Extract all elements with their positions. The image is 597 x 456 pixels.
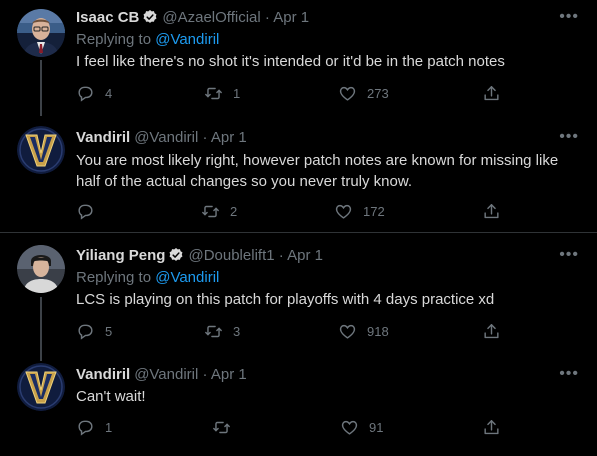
share-button[interactable] bbox=[482, 84, 501, 103]
like-button[interactable]: 273 bbox=[338, 84, 389, 103]
share-button[interactable] bbox=[482, 202, 501, 221]
tweet-date[interactable]: Apr 1 bbox=[211, 366, 247, 383]
retweet-button[interactable]: 2 bbox=[201, 202, 237, 221]
like-count: 91 bbox=[369, 420, 384, 435]
display-name[interactable]: Isaac CB bbox=[76, 9, 139, 26]
replying-to-label: Replying to bbox=[76, 31, 152, 48]
retweet-icon bbox=[204, 322, 223, 341]
replying-to: Replying to @Vandiril bbox=[76, 30, 219, 50]
tweet-isaac-cb[interactable]: Isaac CB @AzaelOfficial · Apr 1 ••• Reply… bbox=[0, 0, 597, 116]
retweet-button[interactable]: 1 bbox=[204, 84, 240, 103]
like-count: 273 bbox=[367, 86, 389, 101]
tweet-yiliang-peng[interactable]: Yiliang Peng @Doublelift1 · Apr 1 ••• Rep… bbox=[0, 233, 597, 361]
separator: · bbox=[264, 9, 270, 26]
like-icon bbox=[340, 418, 359, 437]
share-button[interactable] bbox=[482, 418, 501, 437]
share-icon bbox=[482, 418, 501, 437]
reply-icon bbox=[76, 418, 95, 437]
share-icon bbox=[482, 202, 501, 221]
like-icon bbox=[334, 202, 353, 221]
reply-icon bbox=[76, 322, 95, 341]
reply-button[interactable]: 1 bbox=[76, 418, 112, 437]
like-icon bbox=[338, 322, 357, 341]
like-count: 918 bbox=[367, 324, 389, 339]
like-button[interactable]: 91 bbox=[340, 418, 383, 437]
reply-count: 5 bbox=[105, 324, 113, 339]
verified-badge-icon bbox=[168, 247, 184, 269]
more-options-icon[interactable]: ••• bbox=[559, 366, 579, 382]
like-button[interactable]: 918 bbox=[338, 322, 389, 341]
like-button[interactable]: 172 bbox=[334, 202, 385, 221]
retweet-icon bbox=[212, 418, 231, 437]
tweet-date[interactable]: Apr 1 bbox=[287, 247, 323, 264]
display-name[interactable]: Yiliang Peng bbox=[76, 247, 165, 264]
replying-to-mention[interactable]: @Vandiril bbox=[155, 31, 219, 48]
display-name[interactable]: Vandiril bbox=[76, 129, 130, 146]
retweet-icon bbox=[201, 202, 220, 221]
replying-to-label: Replying to bbox=[76, 269, 152, 286]
tweet-header: Isaac CB @AzaelOfficial · Apr 1 bbox=[76, 8, 309, 28]
user-handle[interactable]: @AzaelOfficial bbox=[162, 9, 260, 26]
avatar[interactable] bbox=[17, 245, 65, 293]
retweet-count: 1 bbox=[233, 86, 241, 101]
reply-icon bbox=[76, 202, 95, 221]
reply-button[interactable]: 4 bbox=[76, 84, 112, 103]
like-icon bbox=[338, 84, 357, 103]
retweet-icon bbox=[204, 84, 223, 103]
more-options-icon[interactable]: ••• bbox=[559, 9, 579, 25]
tweet-date[interactable]: Apr 1 bbox=[211, 129, 247, 146]
tweet-vandiril-2[interactable]: Vandiril @Vandiril · Apr 1 ••• Can't wait… bbox=[0, 353, 597, 456]
share-icon bbox=[482, 322, 501, 341]
separator: · bbox=[278, 247, 284, 264]
tweet-header: Vandiril @Vandiril · Apr 1 bbox=[76, 365, 247, 385]
avatar[interactable] bbox=[17, 363, 65, 411]
thread-line bbox=[40, 60, 42, 116]
separator: · bbox=[202, 366, 208, 383]
tweet-header: Vandiril @Vandiril · Apr 1 bbox=[76, 128, 247, 148]
share-button[interactable] bbox=[482, 322, 501, 341]
user-handle[interactable]: @Vandiril bbox=[134, 366, 198, 383]
tweet-vandiril-1[interactable]: Vandiril @Vandiril · Apr 1 ••• You are mo… bbox=[0, 116, 597, 232]
tweet-text: Can't wait! bbox=[76, 388, 146, 405]
more-options-icon[interactable]: ••• bbox=[559, 247, 579, 263]
more-options-icon[interactable]: ••• bbox=[559, 129, 579, 145]
avatar[interactable] bbox=[17, 126, 65, 174]
user-handle[interactable]: @Vandiril bbox=[134, 129, 198, 146]
retweet-count: 2 bbox=[230, 204, 238, 219]
replying-to: Replying to @Vandiril bbox=[76, 268, 219, 288]
verified-badge-icon bbox=[142, 9, 158, 31]
tweet-date[interactable]: Apr 1 bbox=[273, 9, 309, 26]
share-icon bbox=[482, 84, 501, 103]
tweet-text: I feel like there's no shot it's intende… bbox=[76, 53, 505, 70]
retweet-count: 3 bbox=[233, 324, 241, 339]
reply-count: 1 bbox=[105, 420, 113, 435]
tweet-text: You are most likely right, however patch… bbox=[76, 152, 559, 190]
reply-count: 4 bbox=[105, 86, 113, 101]
reply-button[interactable] bbox=[76, 202, 105, 221]
reply-button[interactable]: 5 bbox=[76, 322, 112, 341]
tweet-text: LCS is playing on this patch for playoff… bbox=[76, 291, 495, 308]
avatar[interactable] bbox=[17, 9, 65, 57]
separator: · bbox=[202, 129, 208, 146]
replying-to-mention[interactable]: @Vandiril bbox=[155, 269, 219, 286]
thread-line bbox=[40, 297, 42, 361]
display-name[interactable]: Vandiril bbox=[76, 366, 130, 383]
tweet-header: Yiliang Peng @Doublelift1 · Apr 1 bbox=[76, 246, 323, 266]
retweet-button[interactable] bbox=[212, 418, 241, 437]
like-count: 172 bbox=[363, 204, 385, 219]
reply-icon bbox=[76, 84, 95, 103]
user-handle[interactable]: @Doublelift1 bbox=[188, 247, 274, 264]
retweet-button[interactable]: 3 bbox=[204, 322, 240, 341]
